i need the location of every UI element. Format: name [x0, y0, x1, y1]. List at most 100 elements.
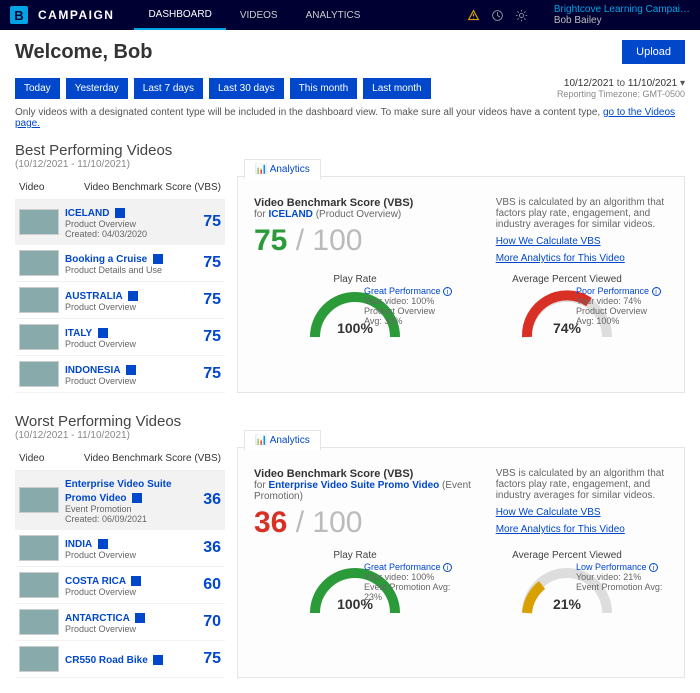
thumbnail [19, 287, 59, 313]
video-score: 75 [191, 254, 221, 272]
date-range[interactable]: 10/12/2021 to 11/10/2021 ▾ Reporting Tim… [557, 78, 685, 99]
video-name: COSTA RICA [65, 576, 126, 587]
best-title: Best Performing Videos [15, 142, 685, 159]
video-type: Product Overview [65, 550, 185, 560]
account-name: Brightcove Learning Campai… [554, 4, 690, 15]
list-item[interactable]: ANTARCTICA Product Overview 70 [15, 604, 225, 641]
more-analytics-link[interactable]: More Analytics for This Video [496, 253, 668, 264]
thumbnail [19, 361, 59, 387]
list-item[interactable]: ICELAND Product OverviewCreated: 04/03/2… [15, 200, 225, 245]
best-analytics: 📊 Analytics Video Benchmark Score (VBS) … [237, 176, 685, 393]
thumbnail [19, 535, 59, 561]
video-name: INDONESIA [65, 365, 121, 376]
tab-videos[interactable]: VIDEOS [226, 0, 292, 30]
video-name: Booking a Cruise [65, 254, 147, 265]
avgviewed-gauge: Average Percent Viewed 21% Low Performan… [466, 550, 668, 618]
chip-thismonth[interactable]: This month [290, 78, 357, 99]
list-item[interactable]: AUSTRALIA Product Overview75 [15, 282, 225, 319]
best-list: VideoVideo Benchmark Score (VBS) ICELAND… [15, 176, 225, 393]
video-score: 75 [191, 328, 221, 346]
thumbnail [19, 646, 59, 672]
best-section: Best Performing Videos (10/12/2021 - 11/… [0, 137, 700, 408]
chip-yesterday[interactable]: Yesterday [66, 78, 128, 99]
timezone: Reporting Timezone: GMT-0500 [557, 89, 685, 99]
upload-button[interactable]: Upload [622, 40, 685, 64]
more-analytics-link[interactable]: More Analytics for This Video [496, 524, 668, 535]
chip-lastmonth[interactable]: Last month [363, 78, 430, 99]
list-item[interactable]: COSTA RICA Product Overview 60 [15, 567, 225, 604]
avgviewed-gauge: Average Percent Viewed 74% Poor Performa… [466, 274, 668, 342]
vbs-heading: Video Benchmark Score (VBS) [254, 468, 482, 480]
video-score: 75 [191, 650, 221, 668]
range-bar: Today Yesterday Last 7 days Last 30 days… [0, 74, 700, 99]
account-menu[interactable]: Brightcove Learning Campai… Bob Bailey [554, 4, 690, 26]
list-item[interactable]: Booking a Cruise Product Details and Use… [15, 245, 225, 282]
top-icons: Brightcove Learning Campai… Bob Bailey [467, 4, 690, 26]
video-type: Product Overview [65, 302, 185, 312]
video-score: 70 [191, 613, 221, 631]
thumbnail [19, 609, 59, 635]
how-calc-link[interactable]: How We Calculate VBS [496, 507, 668, 518]
brand-icon: B [10, 6, 28, 24]
tag-icon [98, 539, 108, 549]
tag-icon [131, 576, 141, 586]
app-name: CAMPAIGN [38, 8, 114, 22]
video-name: ANTARCTICA [65, 613, 130, 624]
worst-range: (10/12/2021 - 11/10/2021) [15, 430, 685, 441]
video-score: 75 [191, 213, 221, 231]
video-name: ICELAND [65, 208, 109, 219]
video-name: CR550 Road Bike [65, 655, 148, 666]
video-score: 60 [191, 576, 221, 594]
chip-today[interactable]: Today [15, 78, 60, 99]
tag-icon [126, 365, 136, 375]
list-item[interactable]: CR550 Road Bike 75 [15, 641, 225, 678]
thumbnail [19, 572, 59, 598]
vbs-score: 75 [254, 224, 287, 257]
tag-icon [98, 328, 108, 338]
video-type: Product Overview [65, 624, 185, 634]
chip-last7[interactable]: Last 7 days [134, 78, 203, 99]
tag-icon [128, 291, 138, 301]
video-type: Product Overview [65, 376, 185, 386]
worst-section: Worst Performing Videos (10/12/2021 - 11… [0, 408, 700, 693]
thumbnail [19, 487, 59, 513]
gear-icon[interactable] [515, 8, 529, 22]
video-type: Product Overview [65, 587, 185, 597]
playrate-gauge: Play Rate 100% Great Performance iYour v… [254, 550, 456, 618]
page-title: Welcome, Bob [15, 41, 152, 64]
video-name: INDIA [65, 539, 92, 550]
tab-dashboard[interactable]: DASHBOARD [134, 0, 225, 30]
video-created: Created: 04/03/2020 [65, 229, 185, 239]
list-item[interactable]: Enterprise Video Suite Promo Video Event… [15, 471, 225, 530]
playrate-gauge: Play Rate 100% Great Performance iYour v… [254, 274, 456, 342]
topbar: B CAMPAIGN DASHBOARD VIDEOS ANALYTICS Br… [0, 0, 700, 30]
video-type: Product Overview [65, 219, 185, 229]
best-range: (10/12/2021 - 11/10/2021) [15, 159, 685, 170]
video-type: Product Details and Use [65, 265, 185, 275]
video-created: Created: 06/09/2021 [65, 514, 185, 524]
video-type: Event Promotion [65, 504, 185, 514]
video-name: AUSTRALIA [65, 291, 123, 302]
video-score: 75 [191, 365, 221, 383]
chip-last30[interactable]: Last 30 days [209, 78, 284, 99]
tag-icon [135, 613, 145, 623]
vbs-heading: Video Benchmark Score (VBS) [254, 197, 482, 209]
how-calc-link[interactable]: How We Calculate VBS [496, 236, 668, 247]
tab-analytics[interactable]: ANALYTICS [292, 0, 375, 30]
list-item[interactable]: ITALY Product Overview75 [15, 319, 225, 356]
top-nav: DASHBOARD VIDEOS ANALYTICS [134, 0, 374, 30]
analytics-tab[interactable]: 📊 Analytics [244, 159, 321, 179]
tag-icon [132, 493, 142, 503]
analytics-tab[interactable]: 📊 Analytics [244, 430, 321, 450]
list-item[interactable]: INDIA Product Overview 36 [15, 530, 225, 567]
alert-icon[interactable] [467, 8, 481, 22]
range-chips: Today Yesterday Last 7 days Last 30 days… [15, 78, 431, 99]
clock-icon[interactable] [491, 8, 505, 22]
video-name: Enterprise Video Suite Promo Video [65, 479, 172, 504]
video-score: 36 [191, 539, 221, 557]
vbs-score: 36 [254, 506, 287, 539]
tag-icon [115, 208, 125, 218]
list-item[interactable]: INDONESIA Product Overview 75 [15, 356, 225, 393]
welcome-row: Welcome, Bob Upload [0, 30, 700, 74]
worst-analytics: 📊 Analytics Video Benchmark Score (VBS) … [237, 447, 685, 678]
